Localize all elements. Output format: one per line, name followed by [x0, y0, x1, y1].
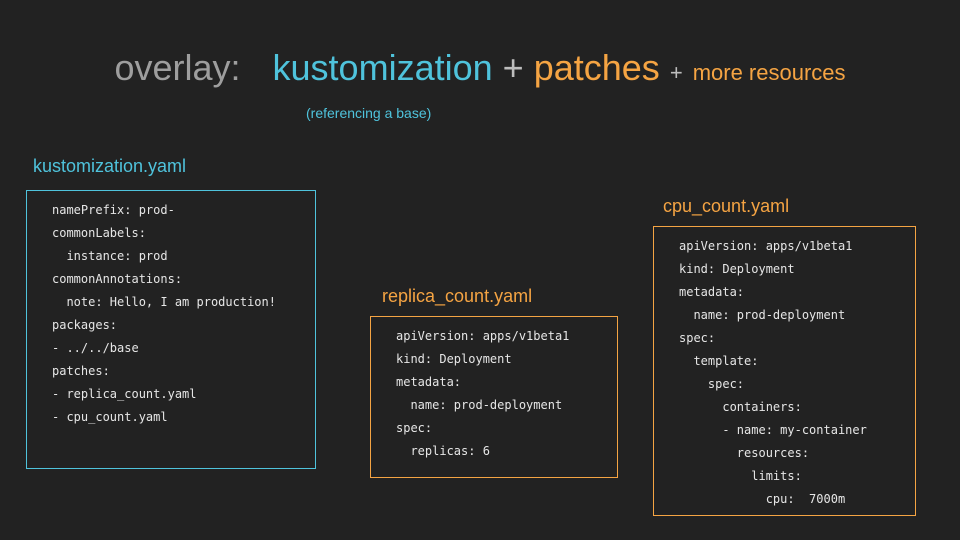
code-line: instance: prod	[52, 249, 168, 263]
code-line: commonLabels:	[52, 226, 146, 240]
code-line: cpu: 7000m	[679, 492, 846, 506]
code-line: packages:	[52, 318, 118, 332]
title-kustomization: kustomization	[272, 47, 493, 88]
code-line: apiVersion: apps/v1beta1	[396, 329, 570, 343]
code-line: - ../../base	[52, 341, 139, 355]
code-line: - name: my-container	[679, 423, 867, 437]
code-line: spec:	[396, 421, 433, 435]
code-line: limits:	[679, 469, 802, 483]
code-line: kind: Deployment	[396, 352, 512, 366]
code-line: kind: Deployment	[679, 262, 795, 276]
code-line: note: Hello, I am production!	[52, 295, 276, 309]
subtitle: (referencing a base)	[306, 105, 432, 121]
code-line: containers:	[679, 400, 802, 414]
code-line: patches:	[52, 364, 110, 378]
title-patches: patches	[533, 47, 660, 88]
code-line: name: prod-deployment	[679, 308, 846, 322]
title-more-resources: more resources	[692, 60, 846, 85]
cpu-count-file-label: cpu_count.yaml	[663, 196, 790, 216]
replica-count-file-label: replica_count.yaml	[382, 286, 533, 306]
kustomization-code-box: namePrefix: prod-commonLabels: instance:…	[26, 190, 316, 469]
code-line: replicas: 6	[396, 444, 490, 458]
cpu-count-code-box: apiVersion: apps/v1beta1 kind: Deployment…	[653, 226, 916, 516]
cpu-count-code: apiVersion: apps/v1beta1 kind: Deployment…	[654, 235, 915, 511]
code-line: - cpu_count.yaml	[52, 410, 168, 424]
replica-count-code-box: apiVersion: apps/v1beta1 kind: Deployment…	[370, 316, 618, 478]
title-plus: +	[502, 47, 524, 88]
code-line: resources:	[679, 446, 810, 460]
title-overlay: overlay:	[114, 47, 241, 88]
code-line: name: prod-deployment	[396, 398, 563, 412]
replica-count-code: apiVersion: apps/v1beta1 kind: Deployment…	[371, 325, 617, 463]
code-line: metadata:	[679, 285, 745, 299]
code-line: template:	[679, 354, 759, 368]
code-line: namePrefix: prod-	[52, 203, 175, 217]
code-line: spec:	[679, 377, 745, 391]
kustomization-code: namePrefix: prod-commonLabels: instance:…	[27, 199, 315, 429]
kustomization-file-label: kustomization.yaml	[33, 156, 187, 176]
code-line: spec:	[679, 331, 716, 345]
code-line: metadata:	[396, 375, 462, 389]
code-line: - replica_count.yaml	[52, 387, 197, 401]
title-more-plus: +	[669, 60, 683, 85]
code-line: apiVersion: apps/v1beta1	[679, 239, 853, 253]
code-line: commonAnnotations:	[52, 272, 183, 286]
slide-title: overlay: kustomization + patches + more r…	[0, 44, 960, 97]
